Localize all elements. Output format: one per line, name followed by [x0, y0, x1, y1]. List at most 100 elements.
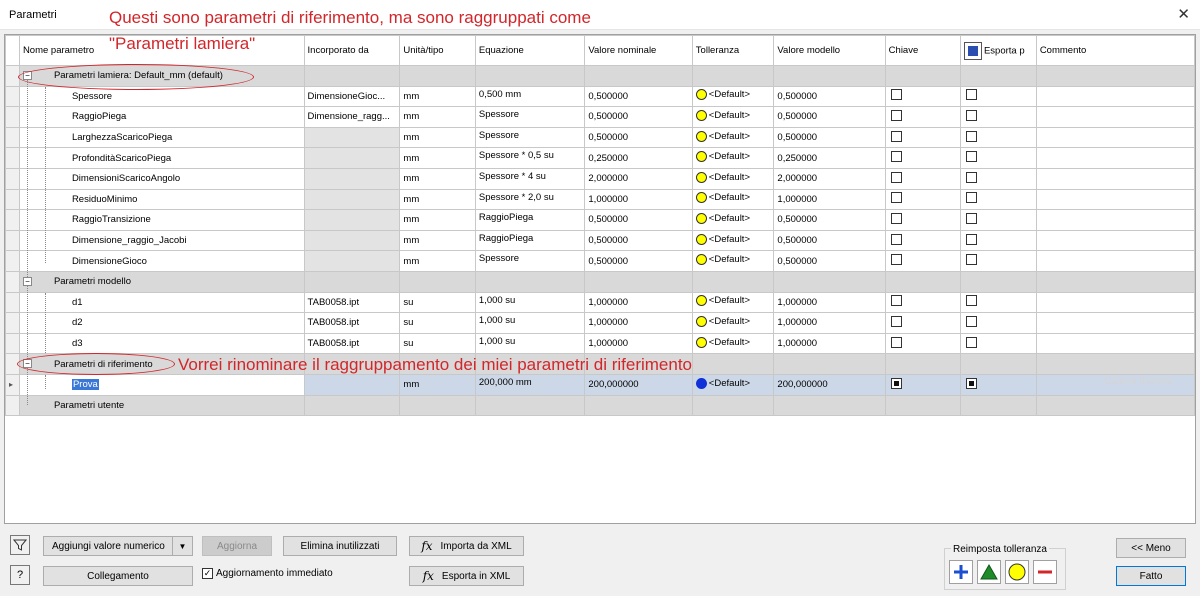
tolerance-cell[interactable]: <Default>	[691, 312, 775, 334]
export-xml-button[interactable]: fx Esporta in XML	[409, 566, 524, 586]
row-selector[interactable]: ▸	[5, 373, 20, 396]
key-checkbox[interactable]	[890, 192, 902, 204]
parameter-name-cell[interactable]: DimensioniScaricoAngolo	[18, 167, 305, 190]
parameter-name-cell[interactable]: RaggioTransizione	[18, 209, 305, 231]
tolerance-cell[interactable]: <Default>	[691, 167, 775, 190]
key-checkbox[interactable]	[890, 212, 902, 224]
tolerance-value[interactable]: <Default>	[695, 254, 750, 266]
key-checkbox[interactable]	[890, 151, 902, 163]
comment-cell[interactable]	[1035, 106, 1195, 128]
export-cell[interactable]	[959, 312, 1037, 334]
key-cell[interactable]	[884, 147, 961, 169]
export-cell[interactable]	[959, 85, 1037, 108]
key-cell[interactable]	[884, 167, 961, 190]
parameter-name[interactable]: Prova	[71, 379, 99, 391]
equation-cell[interactable]: Spessore	[474, 126, 586, 149]
comment-cell[interactable]	[1035, 167, 1195, 190]
parameter-name[interactable]: RaggioPiega	[72, 111, 126, 122]
export-checkbox[interactable]	[965, 233, 977, 245]
export-cell[interactable]	[959, 250, 1037, 272]
tolerance-value[interactable]: <Default>	[695, 315, 750, 327]
row-selector[interactable]	[5, 229, 20, 252]
export-checkbox[interactable]	[965, 254, 977, 266]
table-row[interactable]: d3 TAB0058.ipt su 1,000 su 1,000000 <Default>…	[5, 332, 1195, 355]
col-model-header[interactable]: Valore modello	[773, 35, 886, 66]
row-selector[interactable]	[5, 332, 20, 355]
table-row[interactable]: LarghezzaScaricoPiega mm Spessore 0,500000 <…	[5, 126, 1195, 149]
group-row-modello[interactable]: Parametri modello	[5, 270, 1195, 293]
parameter-name-cell[interactable]: LarghezzaScaricoPiega	[18, 126, 305, 149]
unit-cell[interactable]: mm	[399, 229, 476, 252]
comment-cell[interactable]	[1035, 312, 1195, 334]
export-cell[interactable]	[959, 229, 1037, 252]
done-button[interactable]: Fatto	[1116, 566, 1186, 586]
row-selector[interactable]	[5, 209, 20, 231]
tolerance-value[interactable]: <Default>	[695, 171, 750, 183]
close-icon[interactable]: ✕	[1177, 5, 1190, 23]
tolerance-lower-button[interactable]	[1033, 560, 1057, 584]
key-cell[interactable]	[884, 229, 961, 252]
tolerance-value[interactable]: <Default>	[695, 336, 750, 348]
export-cell[interactable]	[959, 373, 1037, 396]
export-cell[interactable]	[959, 167, 1037, 190]
equation-cell[interactable]: RaggioPiega	[474, 229, 586, 252]
export-checkbox[interactable]	[965, 171, 977, 183]
tolerance-cell[interactable]: <Default>	[691, 188, 775, 211]
table-row[interactable]: DimensioniScaricoAngolo mm Spessore * 4 su…	[5, 167, 1195, 190]
row-selector[interactable]	[5, 250, 20, 272]
export-cell[interactable]	[959, 106, 1037, 128]
export-checkbox[interactable]	[965, 315, 977, 327]
export-checkbox[interactable]	[965, 130, 977, 142]
help-button[interactable]: ?	[10, 565, 30, 585]
group-label[interactable]: Parametri utente	[18, 394, 305, 417]
export-checkbox[interactable]	[965, 89, 977, 101]
tolerance-value[interactable]: <Default>	[695, 295, 750, 307]
unit-cell[interactable]: su	[399, 291, 476, 314]
tolerance-value[interactable]: <Default>	[695, 130, 750, 142]
parameter-name-cell[interactable]: d1	[18, 291, 305, 314]
row-selector[interactable]	[5, 270, 20, 293]
comment-cell[interactable]	[1035, 250, 1195, 272]
key-cell[interactable]	[884, 85, 961, 108]
export-cell[interactable]	[959, 147, 1037, 169]
delete-unused-button[interactable]: Elimina inutilizzati	[283, 536, 397, 556]
key-checkbox[interactable]	[890, 233, 902, 245]
tolerance-value[interactable]: <Default>	[695, 377, 750, 389]
unit-cell[interactable]: mm	[399, 188, 476, 211]
comment-cell[interactable]	[1035, 126, 1195, 149]
unit-cell[interactable]: mm	[399, 147, 476, 169]
comment-cell[interactable]	[1035, 147, 1195, 169]
parameter-name[interactable]: DimensioneGioco	[72, 256, 147, 267]
equation-cell[interactable]: Spessore * 4 su	[474, 167, 586, 190]
chevron-down-icon[interactable]: ▼	[172, 537, 192, 555]
key-checkbox[interactable]	[890, 89, 902, 101]
key-checkbox[interactable]	[890, 171, 902, 183]
tolerance-cell[interactable]: <Default>	[691, 106, 775, 128]
unit-cell[interactable]: su	[399, 332, 476, 355]
comment-cell[interactable]	[1035, 332, 1195, 355]
row-selector[interactable]	[5, 291, 20, 314]
table-row[interactable]: Spessore DimensioneGioc... mm 0,500 mm 0,500…	[5, 85, 1195, 108]
table-row[interactable]: ProfonditàScaricoPiega mm Spessore * 0,5 s…	[5, 147, 1195, 169]
col-key-header[interactable]: Chiave	[884, 35, 961, 66]
parameter-name[interactable]: LarghezzaScaricoPiega	[72, 132, 172, 143]
export-checkbox[interactable]	[965, 377, 977, 389]
export-checkbox[interactable]	[965, 192, 977, 204]
col-nominal-header[interactable]: Valore nominale	[584, 35, 693, 66]
table-row[interactable]: d1 TAB0058.ipt su 1,000 su 1,000000 <Default>…	[5, 291, 1195, 314]
parameter-name[interactable]: Spessore	[72, 91, 112, 102]
tolerance-cell[interactable]: <Default>	[691, 332, 775, 355]
equation-cell[interactable]: 200,000 mm	[474, 373, 586, 396]
row-selector[interactable]	[5, 126, 20, 149]
tolerance-value[interactable]: <Default>	[695, 212, 750, 224]
table-row[interactable]: Dimensione_raggio_Jacobi mm RaggioPiega 0,5…	[5, 229, 1195, 252]
parameter-name-cell[interactable]: ResiduoMinimo	[18, 188, 305, 211]
row-selector[interactable]	[5, 167, 20, 190]
comment-cell[interactable]	[1035, 188, 1195, 211]
export-checkbox[interactable]	[965, 295, 977, 307]
col-export-header[interactable]: Esporta p	[959, 35, 1037, 66]
parameter-name[interactable]: Dimensione_raggio_Jacobi	[72, 235, 187, 246]
table-row[interactable]: ▸ Prova mm 200,000 mm 200,000000 <Default> 200…	[5, 373, 1195, 396]
key-cell[interactable]	[884, 106, 961, 128]
tolerance-cell[interactable]: <Default>	[691, 126, 775, 149]
